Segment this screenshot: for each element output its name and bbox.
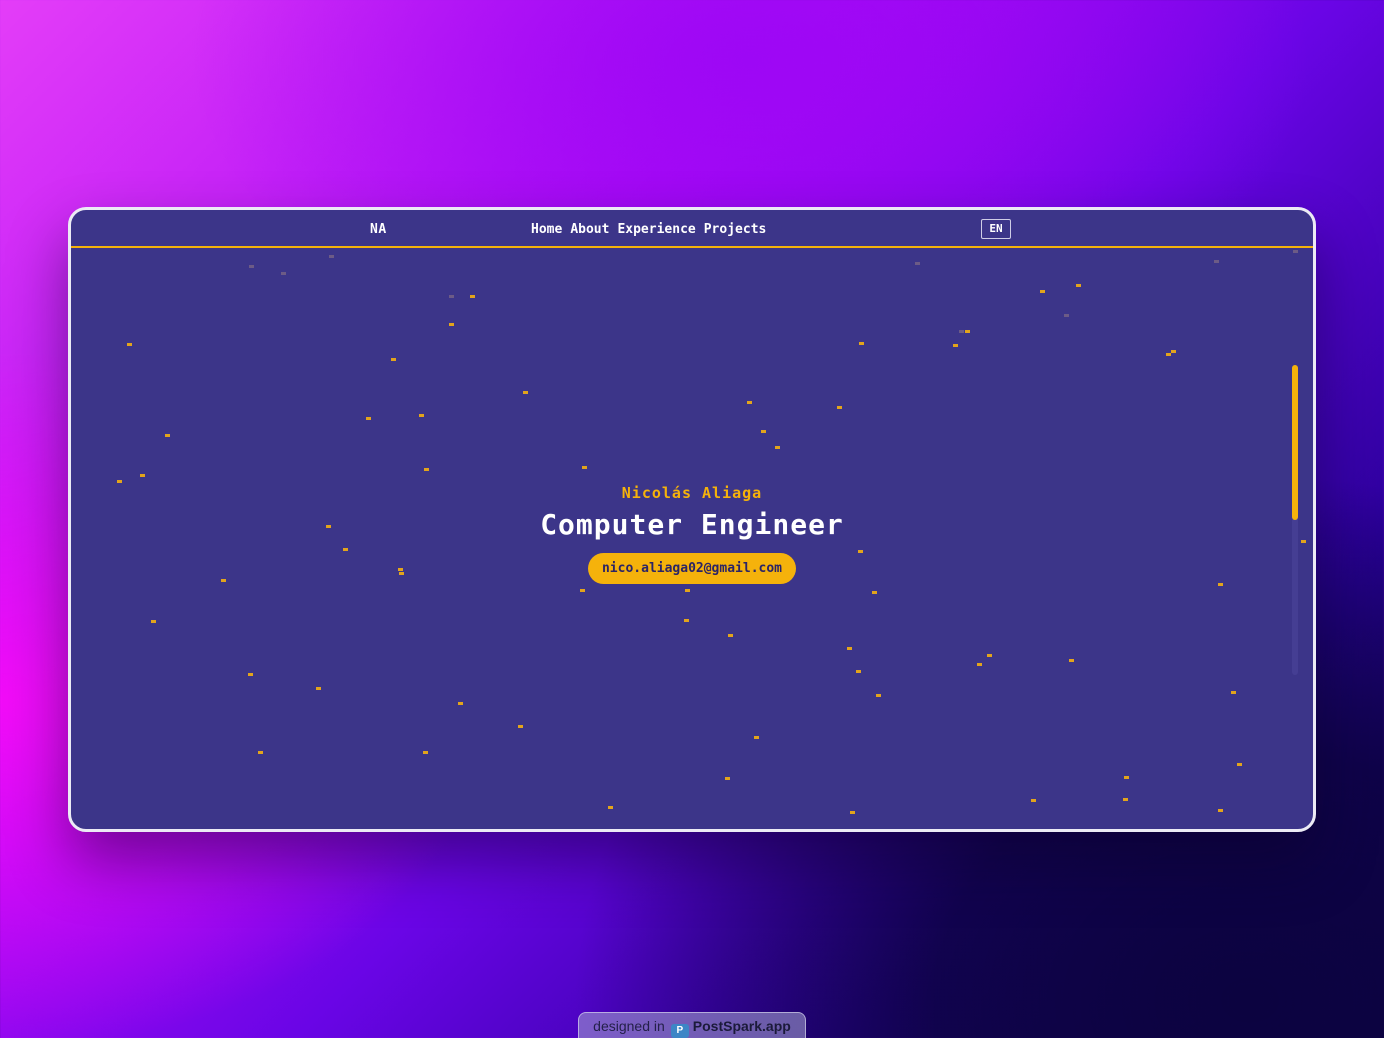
hero-section: Nicolás Aliaga Computer Engineer nico.al…: [71, 484, 1313, 584]
nav-menu: Home About Experience Projects: [531, 222, 766, 237]
star-dot: [775, 446, 780, 449]
hero-title: Computer Engineer: [540, 508, 844, 541]
star-dot: [728, 634, 733, 637]
star-dot: [1064, 314, 1069, 317]
star-dot: [117, 480, 122, 483]
star-dot: [1293, 250, 1298, 253]
star-dot: [391, 358, 396, 361]
browser-frame: NA Home About Experience Projects EN Nic…: [68, 207, 1316, 832]
star-dot: [424, 468, 429, 471]
star-dot: [850, 811, 855, 814]
hero-name: Nicolás Aliaga: [621, 484, 763, 502]
star-dot: [837, 406, 842, 409]
star-dot: [281, 272, 286, 275]
badge-prefix: designed in: [593, 1018, 665, 1034]
star-dot: [987, 654, 992, 657]
star-dot: [458, 702, 463, 705]
email-button[interactable]: nico.aliaga02@gmail.com: [587, 553, 796, 584]
star-dot: [1124, 776, 1129, 779]
star-dot: [1031, 799, 1036, 802]
designed-in-badge[interactable]: designed in P PostSpark.app: [578, 1012, 806, 1038]
postspark-logo-icon: P: [670, 1024, 689, 1038]
star-dot: [582, 466, 587, 469]
brand-logo[interactable]: NA: [370, 222, 387, 237]
star-dot: [761, 430, 766, 433]
star-dot: [1218, 809, 1223, 812]
star-dot: [518, 725, 523, 728]
top-navbar: NA Home About Experience Projects EN: [71, 210, 1313, 248]
star-dot: [140, 474, 145, 477]
star-dot: [608, 806, 613, 809]
star-dot: [1040, 290, 1045, 293]
star-dot: [847, 647, 852, 650]
star-dot: [523, 391, 528, 394]
scrollbar[interactable]: [1292, 365, 1298, 675]
star-dot: [258, 751, 263, 754]
star-dot: [747, 401, 752, 404]
star-dot: [915, 262, 920, 265]
star-dot: [1171, 350, 1176, 353]
star-dot: [449, 323, 454, 326]
star-dot: [876, 694, 881, 697]
star-dot: [725, 777, 730, 780]
language-toggle[interactable]: EN: [981, 219, 1011, 239]
star-dot: [684, 619, 689, 622]
star-dot: [1214, 260, 1219, 263]
star-dot: [248, 673, 253, 676]
star-dot: [249, 265, 254, 268]
star-dot: [151, 620, 156, 623]
star-dot: [580, 589, 585, 592]
nav-item-about[interactable]: About: [570, 222, 609, 237]
star-dot: [1123, 798, 1128, 801]
star-dot: [419, 414, 424, 417]
star-dot: [1231, 691, 1236, 694]
star-dot: [856, 670, 861, 673]
star-dot: [953, 344, 958, 347]
star-dot: [977, 663, 982, 666]
nav-item-projects[interactable]: Projects: [704, 222, 767, 237]
star-dot: [423, 751, 428, 754]
star-dot: [329, 255, 334, 258]
star-dot: [470, 295, 475, 298]
star-dot: [1069, 659, 1074, 662]
star-dot: [859, 342, 864, 345]
nav-item-experience[interactable]: Experience: [617, 222, 695, 237]
scrollbar-thumb[interactable]: [1292, 365, 1298, 520]
star-dot: [366, 417, 371, 420]
star-dot: [165, 434, 170, 437]
star-dot: [959, 330, 964, 333]
star-dot: [449, 295, 454, 298]
star-dot: [316, 687, 321, 690]
badge-app-name: PostSpark.app: [692, 1018, 791, 1034]
star-dot: [872, 591, 877, 594]
star-dot: [127, 343, 132, 346]
star-dot: [1076, 284, 1081, 287]
star-dot: [1166, 353, 1171, 356]
star-dot: [685, 589, 690, 592]
nav-item-home[interactable]: Home: [531, 222, 562, 237]
star-dot: [754, 736, 759, 739]
star-dot: [965, 330, 970, 333]
star-dot: [1237, 763, 1242, 766]
